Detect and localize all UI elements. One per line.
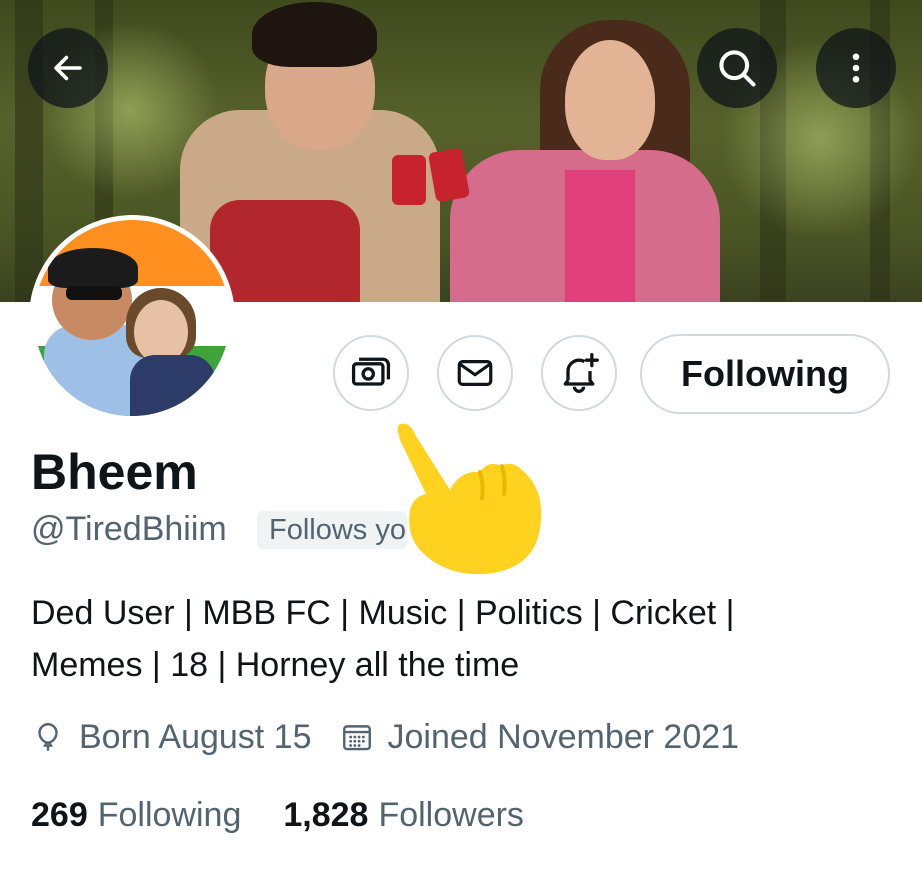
followers-count: 1,828 [283,795,369,834]
bio-line: Memes | 18 | Horney all the time [31,646,520,684]
profile-name: Bheem [31,444,198,500]
calendar-icon [342,725,371,751]
birthday-text: Born August 15 [79,717,312,756]
profile-handle: @TiredBhiim [31,510,227,548]
profile-bio: Ded User | MBB FC | Music | Politics | C… [31,587,891,691]
joined-text: Joined November 2021 [387,717,740,756]
message-button[interactable] [437,335,513,411]
search-icon [719,50,756,87]
followers-stat[interactable]: 1,828 Followers [283,796,524,835]
money-icon [351,357,391,386]
birthday-item: Born August 15 [31,718,312,757]
pointing-hand-icon [397,423,542,575]
more-button[interactable] [816,28,896,108]
bell-plus-icon [563,353,599,393]
arrow-left-icon [54,55,82,81]
following-button[interactable]: Following [640,334,890,414]
following-count: 269 [31,795,88,834]
back-button[interactable] [28,28,108,108]
envelope-icon [457,360,493,386]
following-label: Following [97,795,242,834]
joined-item: Joined November 2021 [340,717,740,757]
balloon-icon [38,723,58,751]
profile-meta: Born August 15 Joined November 2021 [31,712,767,762]
followers-label: Followers [378,795,524,834]
notifications-button[interactable] [541,335,617,411]
avatar[interactable] [29,215,235,421]
search-button[interactable] [697,28,777,108]
profile-stats: 269 Following 1,828 Followers [31,790,566,840]
tip-button[interactable] [333,335,409,411]
more-vertical-icon [852,53,860,83]
bio-line: Ded User | MBB FC | Music | Politics | C… [31,594,735,632]
following-stat[interactable]: 269 Following [31,796,241,835]
